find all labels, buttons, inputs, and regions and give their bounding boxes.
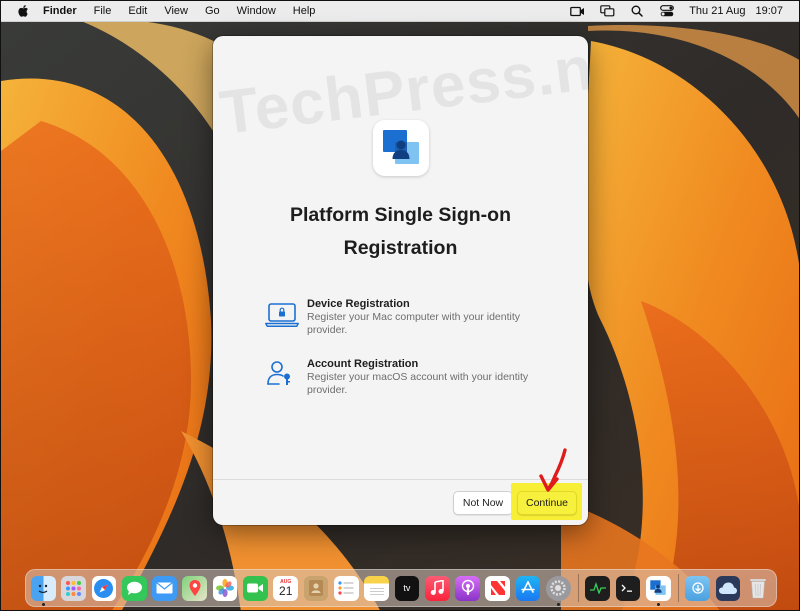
app-store-icon[interactable] xyxy=(516,576,541,601)
calendar-icon[interactable]: AUG 21 xyxy=(273,576,298,601)
launchpad-icon[interactable] xyxy=(61,576,86,601)
menu-app-finder[interactable]: Finder xyxy=(43,5,77,17)
company-portal-running-indicator xyxy=(657,603,660,606)
mail-icon[interactable] xyxy=(152,576,177,601)
photos-icon[interactable] xyxy=(213,576,238,601)
news-icon[interactable] xyxy=(485,576,510,601)
menu-bar-status-area: Thu 21 Aug 19:07 xyxy=(555,1,783,21)
menu-file[interactable]: File xyxy=(94,5,112,17)
menu-help[interactable]: Help xyxy=(293,5,316,17)
contacts-icon[interactable] xyxy=(304,576,329,601)
control-center-icon[interactable] xyxy=(659,4,675,18)
dialog-title: Platform Single Sign-on Registration xyxy=(213,199,588,265)
notes-icon[interactable] xyxy=(364,576,389,601)
calendar-day: 21 xyxy=(279,585,292,598)
screen-record-icon[interactable] xyxy=(569,4,585,18)
reminders-icon[interactable] xyxy=(334,576,359,601)
menu-view[interactable]: View xyxy=(164,5,188,17)
red-arrow-annotation xyxy=(535,448,571,496)
finder-icon[interactable] xyxy=(31,576,56,601)
feature-device-title: Device Registration xyxy=(307,298,410,310)
terminal-icon[interactable] xyxy=(616,576,641,601)
feature-device-description: Register your Mac computer with your ide… xyxy=(307,311,539,336)
maps-icon[interactable] xyxy=(182,576,207,601)
menu-edit[interactable]: Edit xyxy=(128,5,147,17)
apple-logo-icon[interactable] xyxy=(17,4,29,18)
dock-separator-2 xyxy=(678,574,679,602)
user-key-icon xyxy=(265,360,299,386)
feature-account-title: Account Registration xyxy=(307,358,418,370)
screen: Finder File Edit View Go Window Help Thu… xyxy=(0,0,800,611)
activity-monitor-icon[interactable] xyxy=(585,576,610,601)
apple-tv-label: tv xyxy=(403,583,410,593)
dock: AUG 21 tv xyxy=(25,569,777,607)
search-icon[interactable] xyxy=(629,4,645,18)
menu-go[interactable]: Go xyxy=(205,5,220,17)
menu-bar-date[interactable]: Thu 21 Aug xyxy=(689,5,745,17)
not-now-button[interactable]: Not Now xyxy=(453,491,513,515)
downloads-folder-icon[interactable] xyxy=(685,576,710,601)
dialog-footer-divider xyxy=(213,479,588,480)
safari-icon[interactable] xyxy=(92,576,117,601)
platform-sso-dialog: TechPress.net Platform Single Sign-on Re… xyxy=(213,36,588,525)
apple-tv-icon[interactable]: tv xyxy=(395,576,420,601)
menu-window[interactable]: Window xyxy=(237,5,276,17)
menu-bar-time[interactable]: 19:07 xyxy=(755,5,783,17)
music-icon[interactable] xyxy=(425,576,450,601)
dock-separator xyxy=(578,574,579,602)
facetime-icon[interactable] xyxy=(243,576,268,601)
finder-running-indicator xyxy=(42,603,45,606)
feature-account-description: Register your macOS account with your id… xyxy=(307,371,539,396)
icloud-drive-icon[interactable] xyxy=(716,576,741,601)
screen-mirroring-icon[interactable] xyxy=(599,4,615,18)
company-portal-dock-icon[interactable] xyxy=(646,576,671,601)
menu-bar: Finder File Edit View Go Window Help Thu… xyxy=(1,1,799,22)
podcasts-icon[interactable] xyxy=(455,576,480,601)
company-portal-icon xyxy=(380,127,422,169)
company-portal-app-icon xyxy=(373,120,429,176)
system-settings-icon[interactable] xyxy=(546,576,571,601)
settings-running-indicator xyxy=(557,603,560,606)
messages-icon[interactable] xyxy=(122,576,147,601)
laptop-lock-icon xyxy=(265,302,299,328)
trash-icon[interactable] xyxy=(746,576,771,601)
